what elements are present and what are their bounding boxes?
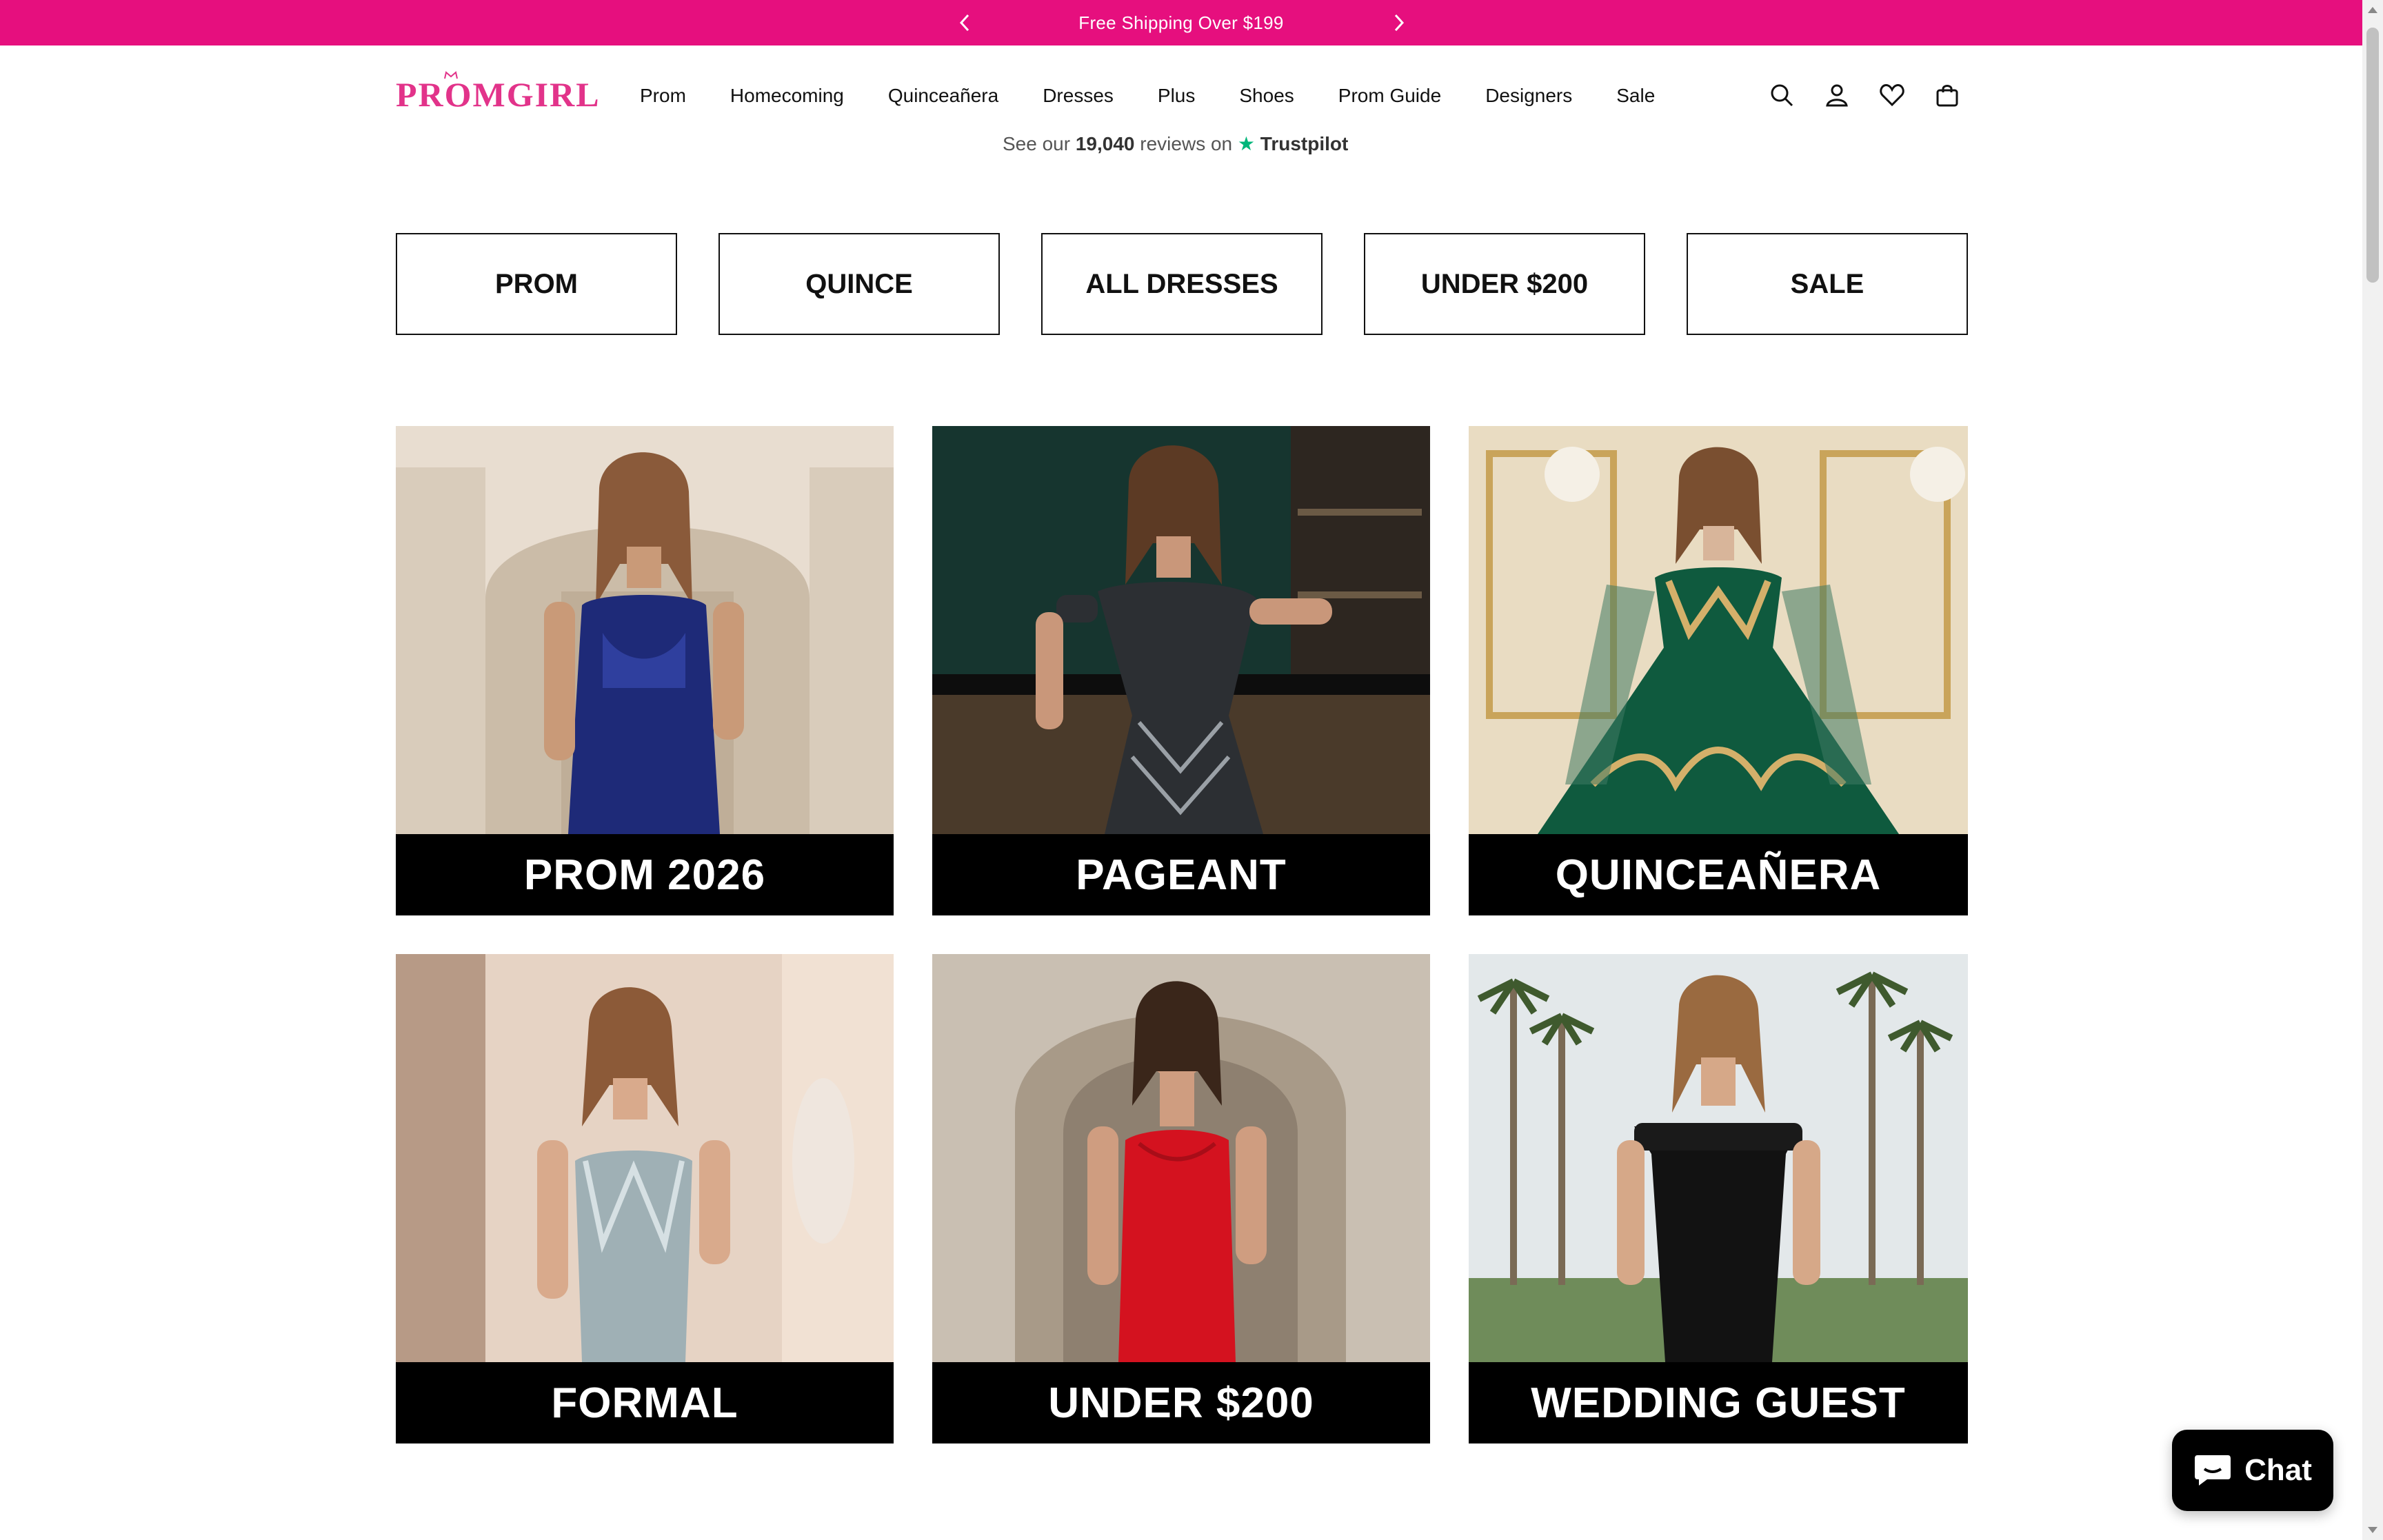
- collection-tile-wedding-guest[interactable]: WEDDING GUEST: [1469, 954, 1968, 1443]
- announcement-bar: Free Shipping Over $199: [0, 0, 2362, 45]
- trustpilot-widget[interactable]: See our 19,040 reviews on ★ Trustpilot: [1003, 132, 1348, 157]
- account-button[interactable]: [1822, 80, 1852, 110]
- tile-label: PROM 2026: [396, 834, 894, 915]
- nav-sale[interactable]: Sale: [1616, 85, 1655, 107]
- collection-tile-formal[interactable]: FORMAL: [396, 954, 894, 1443]
- cart-bag-icon: [1936, 85, 1958, 107]
- category-button-under-200[interactable]: UNDER $200: [1364, 233, 1645, 335]
- trustpilot-star-icon: ★: [1237, 133, 1256, 154]
- nav-plus[interactable]: Plus: [1158, 85, 1195, 107]
- announcement-prev-button[interactable]: [950, 8, 979, 37]
- announcement-text[interactable]: Free Shipping Over $199: [1078, 12, 1283, 34]
- trustpilot-suffix: reviews on: [1140, 133, 1233, 154]
- collection-tile-under-200[interactable]: UNDER $200: [932, 954, 1430, 1443]
- wishlist-heart-icon: [1880, 83, 1904, 107]
- collection-tile-quinceanera[interactable]: QUINCEAÑERA: [1469, 426, 1968, 915]
- nav-prom-guide[interactable]: Prom Guide: [1338, 85, 1441, 107]
- quinceanera-photo: [1469, 426, 1968, 834]
- tile-label: UNDER $200: [932, 1362, 1430, 1443]
- tile-label: PAGEANT: [932, 834, 1430, 915]
- category-button-prom[interactable]: PROM: [396, 233, 677, 335]
- nav-shoes[interactable]: Shoes: [1239, 85, 1294, 107]
- trustpilot-brand: Trustpilot: [1260, 133, 1349, 154]
- scroll-thumb[interactable]: [2366, 28, 2379, 283]
- chevron-right-icon: [1394, 14, 1405, 32]
- nav-homecoming[interactable]: Homecoming: [730, 85, 844, 107]
- site-header: PROMGIRL Prom Homecoming Quinceañera Dre…: [0, 45, 2362, 146]
- header-icons: [1767, 80, 1962, 110]
- nav-quinceanera[interactable]: Quinceañera: [888, 85, 998, 107]
- nav-dresses[interactable]: Dresses: [1043, 85, 1114, 107]
- trustpilot-count: 19,040: [1075, 133, 1135, 154]
- tile-label: QUINCEAÑERA: [1469, 834, 1968, 915]
- scroll-down-arrow-icon[interactable]: [2368, 1527, 2377, 1533]
- search-button[interactable]: [1767, 80, 1797, 110]
- tile-label: FORMAL: [396, 1362, 894, 1443]
- trustpilot-prefix: See our: [1003, 133, 1071, 154]
- category-button-all-dresses[interactable]: ALL DRESSES: [1041, 233, 1323, 335]
- wishlist-button[interactable]: [1877, 80, 1907, 110]
- wedding-guest-photo: [1469, 954, 1968, 1362]
- prom-2026-photo: [396, 426, 894, 834]
- search-icon: [1771, 84, 1793, 107]
- formal-photo: [396, 954, 894, 1362]
- cart-button[interactable]: [1932, 80, 1962, 110]
- nav-prom[interactable]: Prom: [640, 85, 686, 107]
- chat-button[interactable]: Chat: [2172, 1430, 2333, 1511]
- pageant-photo: [932, 426, 1430, 834]
- collection-tile-pageant[interactable]: PAGEANT: [932, 426, 1430, 915]
- tile-label: WEDDING GUEST: [1469, 1362, 1968, 1443]
- category-button-sale[interactable]: SALE: [1687, 233, 1968, 335]
- site-logo[interactable]: PROMGIRL: [396, 74, 601, 114]
- collection-grid: PROM 2026 PAGEANT QUINCEAÑERA FORMAL UND…: [396, 426, 1968, 1443]
- under-200-photo: [932, 954, 1430, 1362]
- main-nav: Prom Homecoming Quinceañera Dresses Plus…: [640, 45, 1699, 146]
- announcement-next-button[interactable]: [1385, 8, 1414, 37]
- page-scrollbar[interactable]: [2362, 0, 2383, 1540]
- chat-label: Chat: [2244, 1453, 2312, 1487]
- account-icon: [1826, 84, 1848, 107]
- category-buttons: PROM QUINCE ALL DRESSES UNDER $200 SALE: [396, 233, 1968, 338]
- chevron-left-icon: [959, 14, 969, 32]
- category-button-quince[interactable]: QUINCE: [718, 233, 1000, 335]
- collection-tile-prom-2026[interactable]: PROM 2026: [396, 426, 894, 915]
- chat-bubble-icon: [2195, 1455, 2231, 1486]
- scroll-up-arrow-icon[interactable]: [2368, 7, 2377, 13]
- nav-designers[interactable]: Designers: [1485, 85, 1572, 107]
- crown-icon: [444, 71, 458, 79]
